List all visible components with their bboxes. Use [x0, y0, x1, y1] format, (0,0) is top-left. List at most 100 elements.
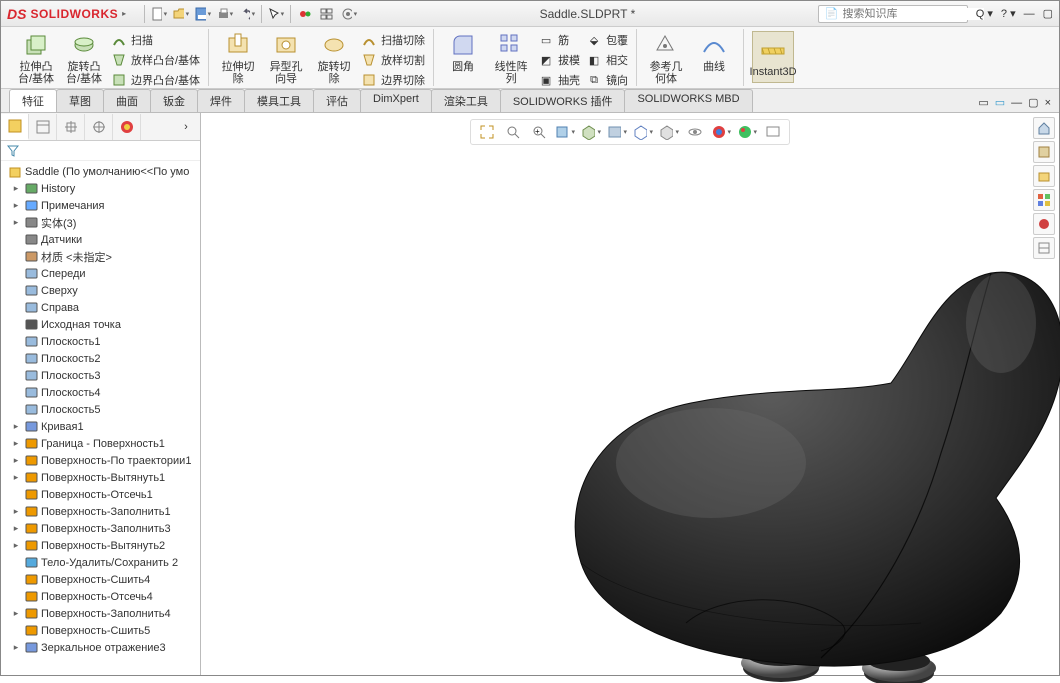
section-view-icon[interactable]: [555, 122, 575, 142]
tab-close-icon[interactable]: ×: [1045, 97, 1051, 109]
revolve-cut-button[interactable]: 旋转切除: [313, 31, 355, 85]
tree-item[interactable]: 材质 <未指定>: [1, 248, 200, 265]
panel-more[interactable]: ›: [172, 114, 200, 140]
tree-item[interactable]: ▸ Поверхность-По траектории1: [1, 452, 200, 469]
tree-twisty[interactable]: ▸: [11, 642, 21, 653]
linear-pattern-button[interactable]: 线性阵列: [490, 31, 532, 85]
tree-item[interactable]: Тело-Удалить/Сохранить 2: [1, 554, 200, 571]
taskpane-lib-icon[interactable]: [1033, 141, 1055, 163]
tree-twisty[interactable]: ▸: [11, 472, 21, 483]
tree-twisty[interactable]: ▸: [11, 183, 21, 194]
tree-item[interactable]: Датчики: [1, 231, 200, 248]
tree-item[interactable]: ▸ Поверхность-Вытянуть2: [1, 537, 200, 554]
tree-item[interactable]: Поверхность-Отсечь4: [1, 588, 200, 605]
boundary-button[interactable]: 边界凸台/基体: [111, 71, 200, 89]
view-settings-icon[interactable]: [763, 122, 783, 142]
sweep-button[interactable]: 扫描: [111, 31, 200, 49]
extrude-boss-button[interactable]: 拉伸凸台/基体: [15, 31, 57, 85]
fillet-button[interactable]: 圆角: [442, 31, 484, 73]
tree-item[interactable]: ▸ Граница - Поверхность1: [1, 435, 200, 452]
tree-item[interactable]: Сверху: [1, 282, 200, 299]
ref-geometry-button[interactable]: 参考几何体: [645, 31, 687, 85]
tab-max-icon[interactable]: ▢: [1028, 96, 1038, 109]
mirror-button[interactable]: ⧉镜向: [586, 71, 628, 89]
tree-item[interactable]: ▸ Поверхность-Заполнить4: [1, 605, 200, 622]
tree-item[interactable]: Плоскость5: [1, 401, 200, 418]
tree-item[interactable]: Исходная точка: [1, 316, 200, 333]
apply-scene-icon[interactable]: [737, 122, 757, 142]
view-setting-icon[interactable]: [685, 122, 705, 142]
tree-twisty[interactable]: ▸: [11, 523, 21, 534]
display-tab[interactable]: [113, 114, 141, 140]
dimxpert-tab[interactable]: [85, 114, 113, 140]
tab-restore-icon[interactable]: —: [1011, 97, 1022, 109]
tree-twisty[interactable]: ▸: [11, 506, 21, 517]
sweep-cut-button[interactable]: 扫描切除: [361, 31, 425, 49]
tab-DimXpert[interactable]: DimXpert: [360, 89, 432, 112]
settings-icon[interactable]: [341, 6, 357, 22]
help-icon[interactable]: ? ▾: [1001, 7, 1016, 20]
tab-特征[interactable]: 特征: [9, 89, 57, 112]
tree-twisty[interactable]: ▸: [11, 217, 21, 228]
curves-button[interactable]: 曲线: [693, 31, 735, 73]
tree-item[interactable]: Плоскость2: [1, 350, 200, 367]
undo-icon[interactable]: [239, 6, 255, 22]
tree-item[interactable]: ▸ Примечания: [1, 197, 200, 214]
hide-show-icon[interactable]: [633, 122, 653, 142]
tab-模具工具[interactable]: 模具工具: [244, 89, 314, 112]
tree-twisty[interactable]: ▸: [11, 540, 21, 551]
new-icon[interactable]: [151, 6, 167, 22]
feature-tree[interactable]: Saddle (По умолчанию<<По умо ▸ History▸ …: [1, 161, 200, 675]
search-input[interactable]: [842, 8, 984, 20]
search-icon[interactable]: Q ▾: [976, 7, 993, 20]
taskpane-home-icon[interactable]: [1033, 117, 1055, 139]
tab-min-icon[interactable]: ▭: [995, 96, 1005, 109]
extrude-cut-button[interactable]: 拉伸切除: [217, 31, 259, 85]
tree-item[interactable]: ▸ Поверхность-Заполнить1: [1, 503, 200, 520]
revolve-boss-button[interactable]: 旋转凸台/基体: [63, 31, 105, 85]
view-orient-icon[interactable]: [581, 122, 601, 142]
tree-item[interactable]: ▸ Поверхность-Заполнить3: [1, 520, 200, 537]
tree-twisty[interactable]: ▸: [11, 438, 21, 449]
open-icon[interactable]: [173, 6, 189, 22]
rebuild-icon[interactable]: [297, 6, 313, 22]
loft-cut-button[interactable]: 放样切割: [361, 51, 425, 69]
instant3d-button[interactable]: Instant3D: [752, 31, 794, 83]
tab-SOLIDWORKS 插件[interactable]: SOLIDWORKS 插件: [500, 89, 626, 112]
tab-评估[interactable]: 评估: [313, 89, 361, 112]
tree-twisty[interactable]: ▸: [11, 200, 21, 211]
tree-item[interactable]: ▸ History: [1, 180, 200, 197]
shell-button[interactable]: ▣抽壳: [538, 71, 580, 89]
tab-SOLIDWORKS MBD[interactable]: SOLIDWORKS MBD: [624, 89, 752, 112]
hole-wizard-button[interactable]: 异型孔向导: [265, 31, 307, 85]
scene-icon[interactable]: [659, 122, 679, 142]
tree-twisty[interactable]: ▸: [11, 608, 21, 619]
config-tab[interactable]: [57, 114, 85, 140]
boundary-cut-button[interactable]: 边界切除: [361, 71, 425, 89]
taskpane-prop-icon[interactable]: [1033, 237, 1055, 259]
tree-twisty[interactable]: ▸: [11, 421, 21, 432]
zoom-area-icon[interactable]: [503, 122, 523, 142]
tab-钣金[interactable]: 钣金: [150, 89, 198, 112]
feature-tree-tab[interactable]: [1, 114, 29, 140]
intersect-button[interactable]: ◧相交: [586, 51, 628, 69]
options-icon[interactable]: [319, 6, 335, 22]
zoom-fit-icon[interactable]: [477, 122, 497, 142]
taskpane-view-icon[interactable]: [1033, 189, 1055, 211]
tree-twisty[interactable]: ▸: [11, 455, 21, 466]
tab-焊件[interactable]: 焊件: [197, 89, 245, 112]
tree-item[interactable]: Плоскость3: [1, 367, 200, 384]
draft-button[interactable]: ◩拔模: [538, 51, 580, 69]
tree-item[interactable]: ▸ Зеркальное отражение3: [1, 639, 200, 656]
tree-item[interactable]: Поверхность-Отсечь1: [1, 486, 200, 503]
tree-root[interactable]: Saddle (По умолчанию<<По умо: [1, 163, 200, 180]
tab-曲面[interactable]: 曲面: [103, 89, 151, 112]
display-style-icon[interactable]: [607, 122, 627, 142]
viewport[interactable]: +: [201, 113, 1059, 675]
tree-item[interactable]: ▸ Кривая1: [1, 418, 200, 435]
tree-item[interactable]: Справа: [1, 299, 200, 316]
prev-view-icon[interactable]: +: [529, 122, 549, 142]
search-box[interactable]: 📄: [818, 5, 968, 23]
tree-item[interactable]: Плоскость4: [1, 384, 200, 401]
tree-item[interactable]: Поверхность-Сшить5: [1, 622, 200, 639]
